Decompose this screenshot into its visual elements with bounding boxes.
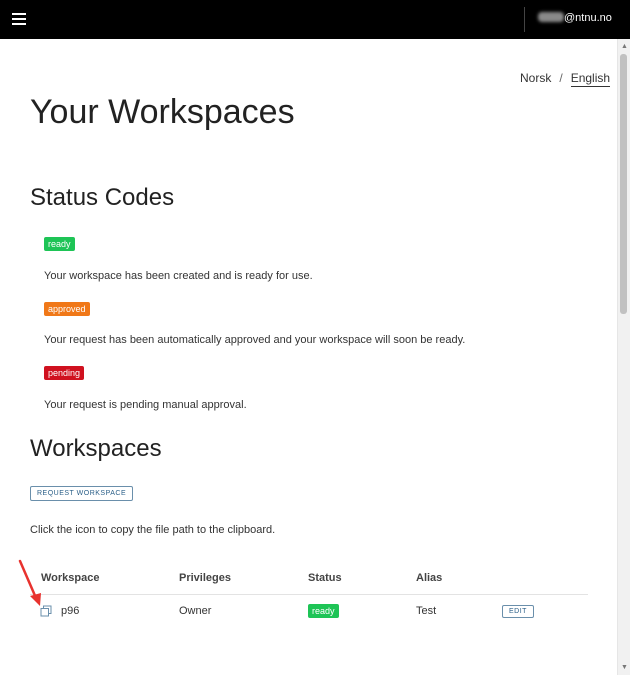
redacted-username [538, 12, 564, 22]
language-english[interactable]: English [570, 71, 611, 87]
table-header-divider [30, 594, 588, 595]
top-app-bar: @ntnu.no [0, 0, 630, 39]
scroll-down-icon[interactable]: ▼ [621, 664, 628, 671]
request-workspace-button[interactable]: REQUEST WORKSPACE [30, 486, 134, 501]
workspace-name: p96 [61, 605, 80, 617]
language-switcher: Norsk / English [520, 71, 611, 87]
toolbar-divider [524, 7, 525, 32]
status-badge-pending: pending [44, 366, 85, 380]
copy-hint-text: Click the icon to copy the file path to … [30, 524, 276, 536]
language-separator: / [559, 71, 563, 85]
annotation-arrow-icon [18, 559, 41, 606]
column-header-alias: Alias [416, 572, 443, 584]
column-header-workspace: Workspace [41, 572, 100, 584]
workspace-privileges: Owner [179, 605, 212, 617]
vertical-scrollbar[interactable]: ▲ ▼ [617, 39, 630, 675]
language-norsk[interactable]: Norsk [520, 71, 551, 85]
scrollbar-thumb[interactable] [620, 54, 627, 314]
user-account[interactable]: @ntnu.no [538, 12, 612, 24]
column-header-privileges: Privileges [179, 572, 231, 584]
edit-workspace-button[interactable]: EDIT [502, 605, 534, 618]
status-badge-approved: approved [44, 302, 90, 316]
workspace-alias: Test [416, 605, 437, 617]
menu-icon[interactable] [12, 13, 26, 25]
workspaces-heading: Workspaces [30, 435, 162, 462]
page-title: Your Workspaces [30, 93, 295, 131]
status-badge-ready: ready [44, 237, 75, 251]
workspace-status-badge: ready [308, 604, 339, 618]
status-description-ready: Your workspace has been created and is r… [44, 270, 313, 282]
status-codes-heading: Status Codes [30, 184, 175, 211]
status-description-approved: Your request has been automatically appr… [44, 334, 466, 346]
user-email: @ntnu.no [564, 12, 612, 24]
scroll-up-icon[interactable]: ▲ [621, 43, 628, 50]
status-description-pending: Your request is pending manual approval. [44, 399, 247, 411]
column-header-status: Status [308, 572, 342, 584]
